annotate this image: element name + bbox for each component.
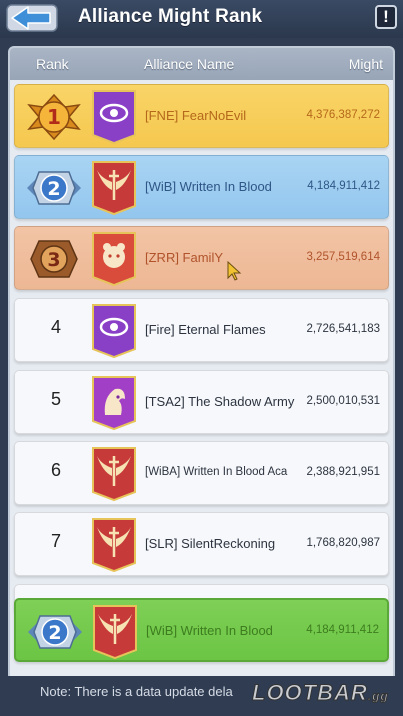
page-title: Alliance Might Rank [78,6,263,27]
table-row[interactable]: 3 [ZRR] FamilY 3,257,519,614 [14,226,389,290]
column-alliance-name: Alliance Name [144,56,235,72]
alliance-name: [Fire] Eternal Flames [145,322,266,337]
might-value: 2,388,921,951 [306,466,380,478]
table-row[interactable]: 4 [Fire] Eternal Flames 2,726,541,183 [14,298,389,362]
rank-number: 7 [50,531,61,551]
eye-emblem-icon [92,304,136,359]
svg-text:2: 2 [47,178,60,200]
alliance-name: [WiB] Written In Blood [146,623,273,638]
rank-number: 4 [50,317,61,337]
column-header-row: Rank Alliance Name Might [10,48,393,80]
silver-medal-icon: 2 [28,615,82,649]
table-row[interactable]: 6 [WiBA] Written In Blood Aca 2,388,921,… [14,441,389,505]
column-rank: Rank [36,56,69,72]
silver-medal-icon: 2 [27,171,81,205]
data-update-note: Note: There is a data update dela [40,684,233,699]
alliance-name: [FNE] FearNoEvil [145,108,247,123]
my-alliance-row[interactable]: 2 [WiB] Written In Blood 4,184,911,412 [14,598,389,662]
svg-text:2: 2 [48,622,61,644]
might-value: 3,257,519,614 [306,251,380,263]
might-value: 4,376,387,272 [306,109,380,121]
might-value: 4,184,911,412 [306,624,379,636]
alliance-name: [ZRR] FamilY [145,250,223,265]
info-icon[interactable]: ! [375,5,397,29]
back-arrow-icon[interactable] [6,3,58,33]
might-value: 2,726,541,183 [306,323,380,335]
winged-sword-emblem-icon [92,518,136,573]
gold-medal-icon: 1 [27,93,81,141]
table-row[interactable]: 1 [FNE] FearNoEvil 4,376,387,272 [14,84,389,148]
might-value: 2,500,010,531 [306,395,380,407]
bronze-medal-icon: 3 [30,240,78,278]
might-value: 1,768,820,987 [306,537,380,549]
table-row[interactable]: 7 [SLR] SilentReckoning 1,768,820,987 [14,512,389,576]
eye-emblem-icon [92,90,136,145]
winged-sword-emblem-icon [92,447,136,502]
alliance-name: [WiBA] Written In Blood Aca [145,466,288,478]
mouse-cursor-icon [227,260,242,281]
top-bar: Alliance Might Rank ! [0,0,403,38]
svg-text:1: 1 [47,105,61,129]
alliance-name: [SLR] SilentReckoning [145,536,276,551]
might-value: 4,184,911,412 [307,180,380,192]
alliance-name: [WiB] Written In Blood [145,179,272,194]
table-row[interactable]: 2 [WiB] Written In Blood 4,184,911,412 [14,155,389,219]
rank-number: 6 [50,460,61,480]
svg-text:3: 3 [47,249,60,271]
rank-number: 5 [50,389,61,409]
table-row[interactable]: 5 [TSA2] The Shadow Army 2,500,010,531 [14,370,389,434]
watermark-logo: LOOTBAR.gg [252,680,389,706]
alliance-name: [TSA2] The Shadow Army [145,394,295,409]
warrior-emblem-icon [92,376,136,431]
rank-panel: Rank Alliance Name Might 1 [FNE] FearNoE… [8,46,395,696]
beast-emblem-icon [92,232,136,287]
column-might: Might [348,56,383,72]
winged-sword-emblem-icon [93,605,137,660]
winged-sword-emblem-icon [92,161,136,216]
